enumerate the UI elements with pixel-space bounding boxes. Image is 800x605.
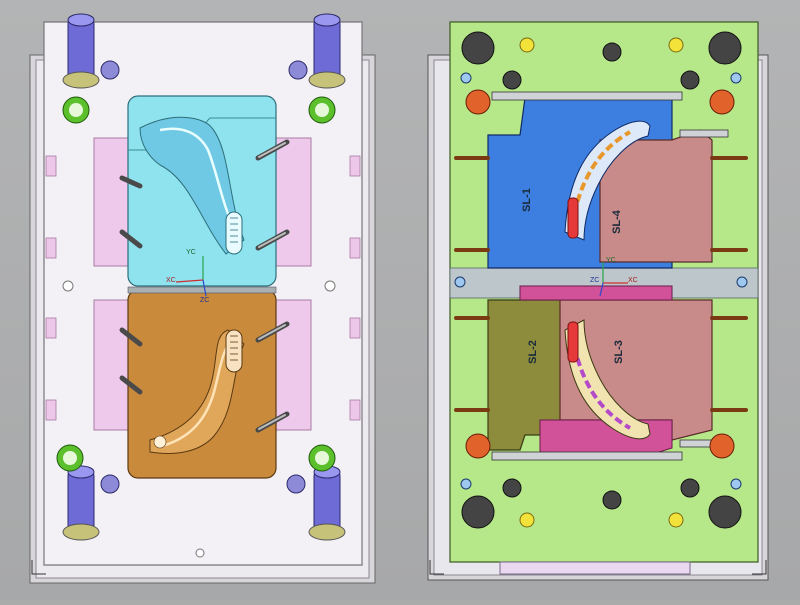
cavity-half[interactable]: SL-1 SL-4 SL-2 SL-3 YC XC ZC <box>427 21 769 581</box>
core-half[interactable]: YC XC ZC <box>29 13 376 584</box>
slider-label-sl-2: SL-2 <box>527 340 539 364</box>
svg-text:SL-4: SL-4 <box>611 209 623 234</box>
guide-pin-icon[interactable] <box>308 465 346 541</box>
axis-label-x: XC <box>628 277 638 284</box>
slider-label-sl-1: SL-1 <box>521 188 533 212</box>
slide-pocket-ll <box>93 299 133 431</box>
axis-label-y: YC <box>186 249 196 256</box>
slide-pocket-ul <box>93 137 133 267</box>
guide-pin-icon[interactable] <box>62 465 100 541</box>
slide-pocket-ur <box>274 137 312 267</box>
axis-label-z: ZC <box>590 277 599 284</box>
slide-pocket-lr <box>274 299 312 431</box>
slider-label-sl-3: SL-3 <box>613 340 625 364</box>
svg-text:SL-1: SL-1 <box>521 188 533 212</box>
axis-label-z: ZC <box>200 297 209 304</box>
svg-text:SL-2: SL-2 <box>527 340 539 364</box>
guide-pin-icon[interactable] <box>308 13 346 89</box>
svg-text:SL-3: SL-3 <box>613 340 625 364</box>
mold-assembly-view[interactable]: YC XC ZC SL-1 SL-4 SL-2 SL-3 YC XC ZC <box>0 0 800 600</box>
axis-label-y: YC <box>606 257 616 264</box>
axis-label-x: XC <box>166 277 176 284</box>
cavity-insert-mid <box>519 285 673 301</box>
guide-pin-icon[interactable] <box>62 13 100 89</box>
cad-viewport[interactable]: YC XC ZC SL-1 SL-4 SL-2 SL-3 YC XC ZC <box>0 0 800 600</box>
slider-label-sl-4: SL-4 <box>611 209 623 234</box>
bottom-rail <box>499 561 691 575</box>
